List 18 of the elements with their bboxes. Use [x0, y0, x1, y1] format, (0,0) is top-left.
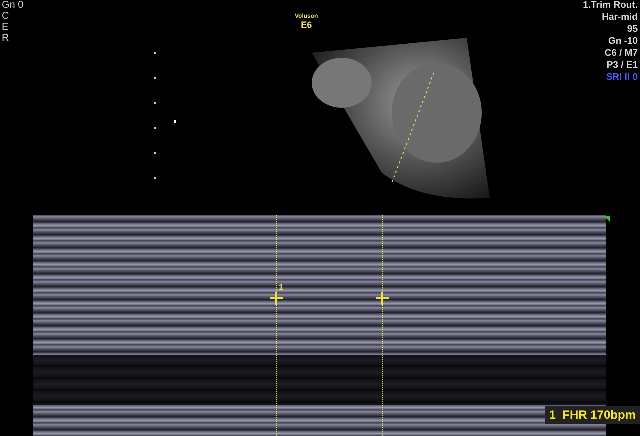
parameter-label: SRI II 0: [606, 72, 638, 84]
caliper-icon[interactable]: [376, 292, 389, 305]
parameter-label: 95: [627, 24, 638, 36]
parameter-label: R: [2, 33, 10, 44]
parameter-label: Har-mid: [602, 12, 638, 24]
parameter-label: C: [2, 11, 10, 22]
caliper-icon[interactable]: [270, 292, 283, 305]
parameter-label: 1.Trim Rout.: [583, 0, 638, 12]
parameter-label: C6 / M7: [604, 48, 638, 60]
measurement-readout: 1 FHR 170bpm: [545, 406, 640, 424]
focus-marker-icon: [174, 120, 176, 123]
marker-icon: [604, 216, 610, 222]
parameter-label: Gn 0: [2, 0, 25, 11]
caliper-label: 1: [279, 283, 284, 292]
parameter-label: E: [2, 22, 10, 33]
parameter-label: P3 / E1: [606, 60, 638, 72]
parameter-label: Gn -10: [608, 36, 638, 48]
probe-model: E6: [301, 20, 312, 30]
